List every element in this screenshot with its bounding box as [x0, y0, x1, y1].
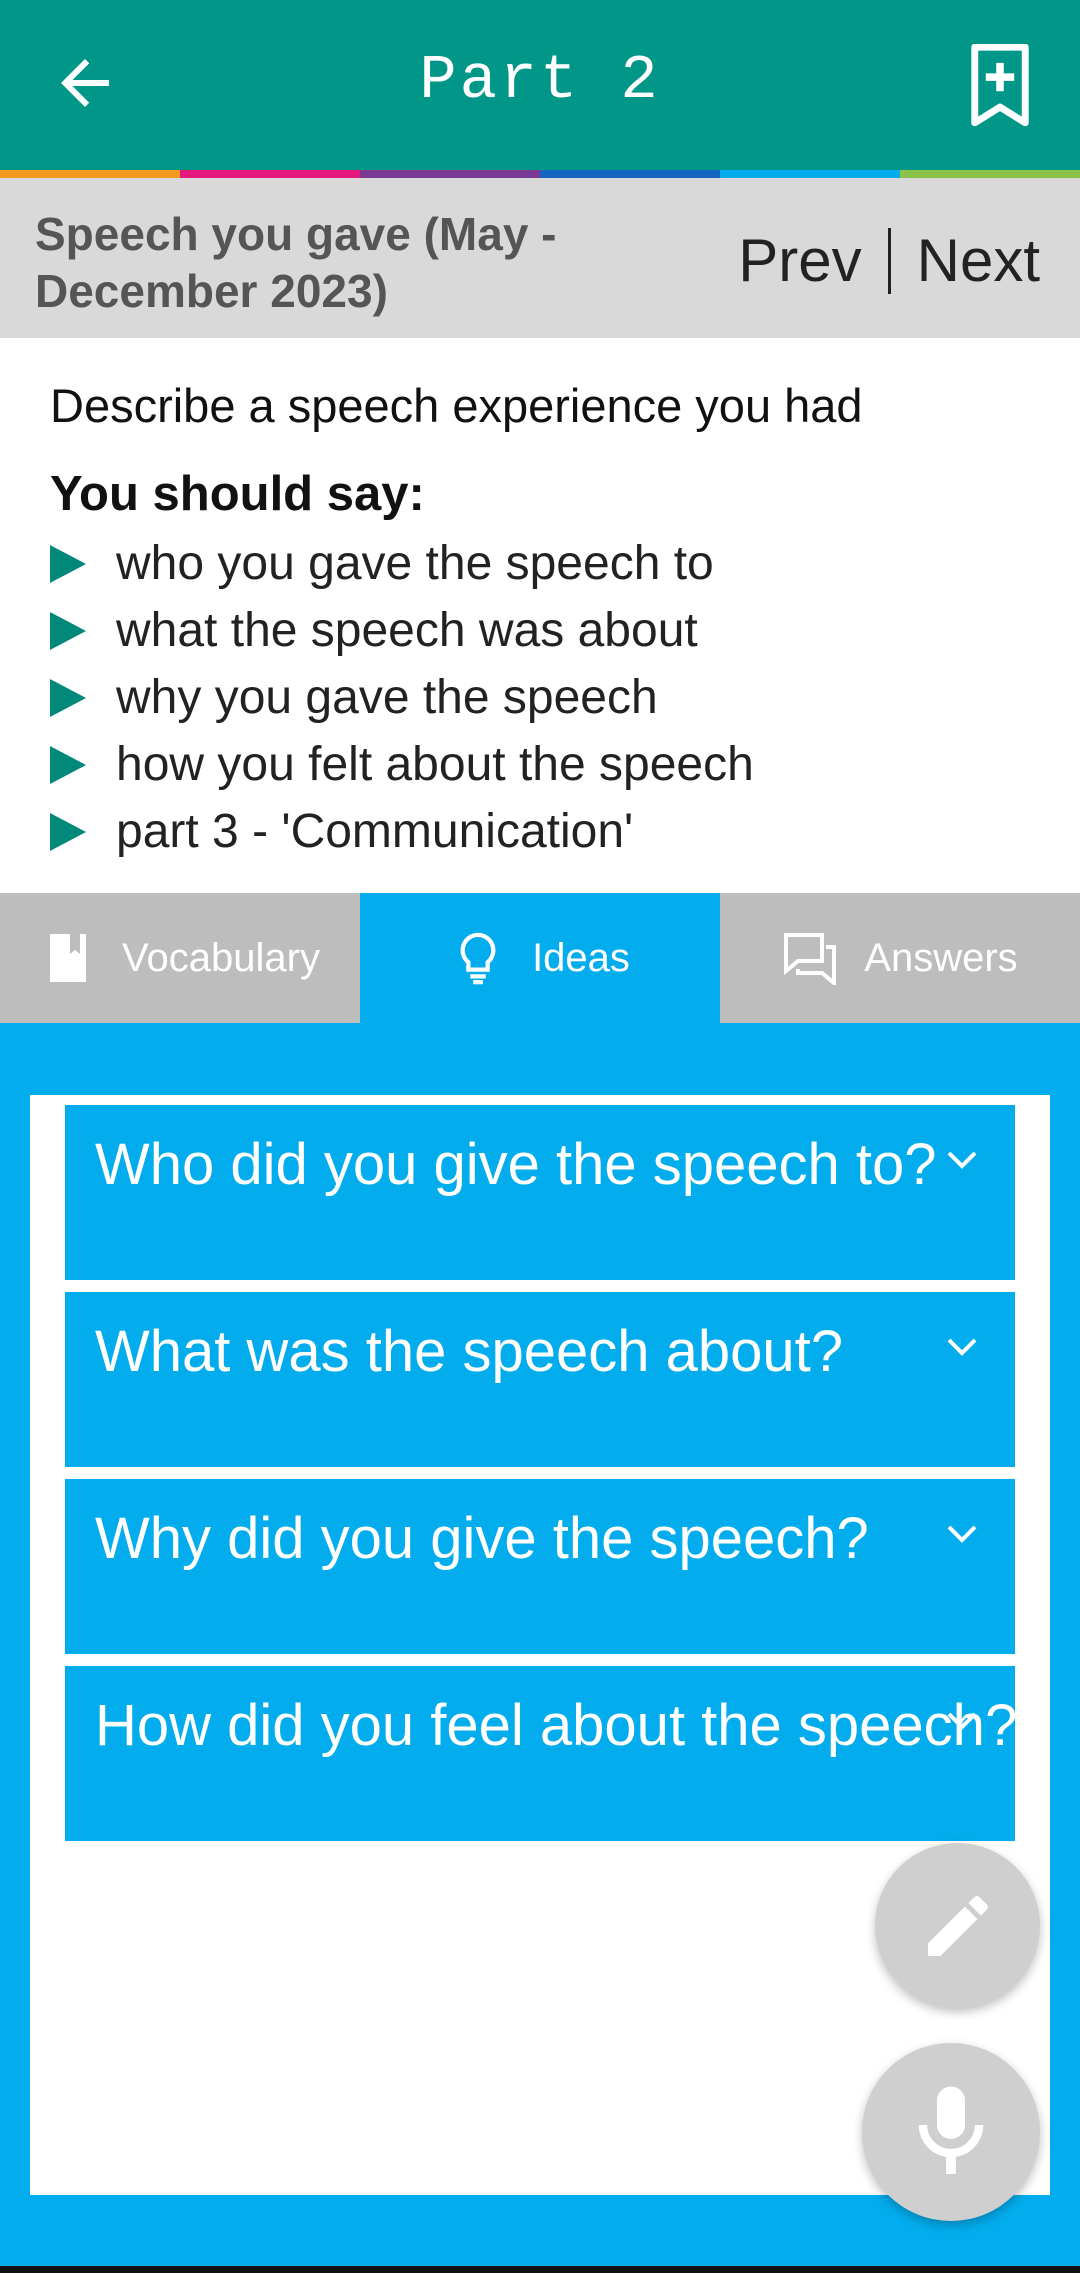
topic-header: Speech you gave (May - December 2023) Pr…	[0, 178, 1080, 338]
triangle-bullet-icon	[50, 597, 116, 664]
cue-point: why you gave the speech	[50, 664, 754, 731]
chevron-down-icon[interactable]	[937, 1509, 987, 1559]
accordion-item[interactable]: Who did you give the speech to?	[65, 1105, 1015, 1280]
lightbulb-icon	[450, 930, 506, 986]
nav-divider	[887, 227, 891, 294]
accordion-question: Why did you give the speech?	[95, 1506, 869, 1571]
bookmark-add-icon	[971, 44, 1029, 126]
accordion-question: What was the speech about?	[95, 1319, 844, 1384]
screen: Part 2 Speech you gave (May - December 2…	[0, 0, 1080, 2273]
cue-point-text: what the speech was about	[116, 604, 698, 657]
cue-card-description: Describe a speech experience you had	[50, 379, 863, 432]
cue-point-text: why you gave the speech	[116, 671, 658, 724]
tab-label: Answers	[864, 935, 1018, 980]
cue-points-list: who you gave the speech to what the spee…	[50, 530, 754, 865]
stripe-segment	[360, 170, 540, 178]
stripe-segment	[720, 170, 900, 178]
chevron-down-icon[interactable]	[937, 1696, 987, 1746]
chat-icon	[782, 930, 838, 986]
chevron-down-icon[interactable]	[937, 1135, 987, 1185]
cue-point: part 3 - 'Communication'	[50, 798, 754, 865]
ideas-panel: Who did you give the speech to? What was…	[30, 1095, 1050, 2195]
stripe-segment	[540, 170, 720, 178]
cue-point-text: how you felt about the speech	[116, 738, 754, 791]
accordion-item[interactable]: How did you feel about the speech?	[65, 1666, 1018, 1841]
accordion-question: Who did you give the speech to?	[95, 1132, 937, 1197]
microphone-icon	[918, 2086, 984, 2174]
topic-navigation: Prev Next	[738, 223, 1040, 298]
tab-vocabulary[interactable]: Vocabulary	[0, 893, 360, 1023]
prev-button[interactable]: Prev	[738, 226, 861, 295]
stripe-segment	[0, 170, 180, 178]
triangle-bullet-icon	[50, 664, 116, 731]
page-title: Part 2	[419, 45, 661, 116]
color-stripe	[0, 170, 1080, 178]
topic-title: Speech you gave (May - December 2023)	[35, 208, 557, 317]
triangle-bullet-icon	[50, 798, 116, 865]
should-say-heading: You should say:	[50, 467, 425, 521]
app-bar: Part 2	[0, 0, 1080, 170]
bookmark-button[interactable]	[960, 40, 1040, 130]
tab-answers[interactable]: Answers	[720, 893, 1080, 1023]
accordion-question: How did you feel about the speech?	[95, 1693, 1018, 1758]
cue-point-text: part 3 - 'Communication'	[116, 805, 634, 858]
stripe-segment	[180, 170, 360, 178]
cue-point: what the speech was about	[50, 597, 754, 664]
accordion-item[interactable]: What was the speech about?	[65, 1292, 1015, 1467]
chevron-down-icon[interactable]	[937, 1322, 987, 1372]
cue-point: who you gave the speech to	[50, 530, 754, 597]
stripe-segment	[900, 170, 1080, 178]
pencil-icon	[927, 1895, 988, 1956]
edit-button[interactable]	[875, 1843, 1040, 2008]
cue-point: how you felt about the speech	[50, 731, 754, 798]
cue-point-text: who you gave the speech to	[116, 537, 714, 590]
tab-ideas[interactable]: Ideas	[360, 893, 720, 1023]
tab-label: Ideas	[532, 935, 630, 980]
cue-card: Describe a speech experience you had You…	[0, 338, 1080, 893]
record-button[interactable]	[862, 2043, 1040, 2221]
tab-label: Vocabulary	[122, 935, 320, 980]
accordion-item[interactable]: Why did you give the speech?	[65, 1479, 1015, 1654]
book-icon	[40, 930, 96, 986]
tab-bar: Vocabulary Ideas Answers	[0, 893, 1080, 1023]
next-button[interactable]: Next	[917, 226, 1040, 295]
system-nav-edge	[0, 2266, 1080, 2273]
triangle-bullet-icon	[50, 530, 116, 597]
triangle-bullet-icon	[50, 731, 116, 798]
